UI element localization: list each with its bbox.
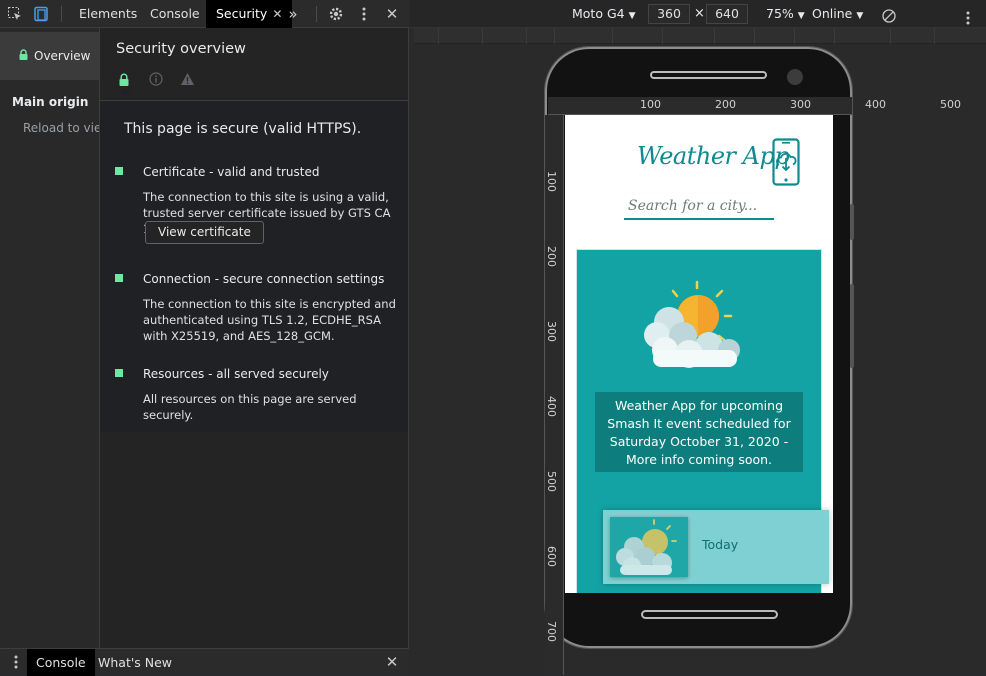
security-panel: Security overview This page is secure (v… [100, 28, 408, 648]
sidebar-item-label: Overview [34, 49, 91, 63]
forecast-day-label: Today [702, 537, 739, 552]
throttle-value: Online [812, 6, 853, 21]
connection-description: The connection to this site is encrypted… [143, 297, 396, 343]
tab-security[interactable]: Security ✕ [206, 0, 293, 28]
forecast-card-today[interactable]: Today [603, 510, 829, 584]
page-title: Security overview [116, 41, 246, 57]
device-emulation-area: Moto G4 ▼ 360 × 640 75% ▼ Online ▼ 100 200 … [410, 0, 986, 675]
ruler-label: 400 [545, 396, 558, 417]
info-icon [149, 71, 163, 90]
main-origin-heading: Main origin [12, 95, 89, 109]
secure-status-marker [115, 274, 123, 282]
ruler-label: 200 [545, 246, 558, 267]
ruler-label: 700 [545, 621, 558, 642]
tab-elements[interactable]: Elements [69, 0, 147, 28]
media-query-bar[interactable] [414, 28, 986, 44]
close-devtools-icon[interactable]: ✕ [382, 4, 402, 24]
phone-button [850, 284, 854, 368]
ruler-label: 400 [865, 98, 886, 111]
security-summary-section: This page is secure (valid HTTPS). Certi… [100, 102, 408, 432]
certificate-title: Certificate - valid and trusted [143, 165, 320, 179]
close-drawer-icon[interactable]: ✕ [382, 652, 402, 672]
ruler-label: 600 [545, 546, 558, 567]
ruler-label: 100 [640, 98, 661, 111]
toolbar-divider [61, 6, 62, 22]
lock-icon [19, 49, 28, 63]
width-input[interactable]: 360 [648, 4, 690, 24]
kebab-menu-icon[interactable] [6, 652, 26, 672]
zoom-value: 75% [766, 6, 794, 21]
certificate-explanation: Certificate - valid and trusted The conn… [115, 165, 400, 245]
drawer-tabbar: Console What's New ✕ [0, 648, 409, 676]
chevron-down-icon: ▼ [628, 11, 636, 21]
app-title: Weather App [637, 142, 790, 170]
security-header: Security overview [100, 28, 408, 101]
device-select[interactable]: Moto G4 ▼ [572, 0, 636, 28]
devtools-tabbar: Elements Console Security ✕ » ✕ [0, 0, 409, 28]
chevron-down-icon: ▼ [797, 11, 805, 21]
ruler-label: 500 [545, 471, 558, 492]
ruler-label: 200 [715, 98, 736, 111]
times-separator: × [694, 6, 705, 21]
connection-title: Connection - secure connection settings [143, 272, 385, 286]
tab-console[interactable]: Console [140, 0, 210, 28]
kebab-menu-icon[interactable] [966, 7, 970, 25]
reload-hint: Reload to view details [23, 121, 99, 135]
drawer-tab-whats-new[interactable]: What's New [89, 649, 181, 676]
height-input[interactable]: 640 [706, 4, 748, 24]
device-toolbar: Moto G4 ▼ 360 × 640 75% ▼ Online ▼ [410, 0, 986, 28]
inspect-element-icon[interactable] [5, 4, 25, 24]
device-name: Moto G4 [572, 6, 625, 21]
close-tab-icon[interactable]: ✕ [272, 7, 282, 21]
sidebar-item-overview[interactable]: Overview [0, 32, 99, 80]
rotate-icon[interactable] [881, 6, 897, 23]
phone-speaker [650, 71, 767, 79]
ruler-label: 300 [545, 321, 558, 342]
connection-explanation: Connection - secure connection settings … [115, 272, 400, 343]
drawer-tab-console[interactable]: Console [27, 649, 95, 676]
kebab-menu-icon[interactable] [354, 4, 374, 24]
security-sidebar: Overview Main origin Reload to view deta… [0, 28, 100, 648]
phone-camera [787, 69, 803, 85]
cloud-download-phone-icon [772, 138, 800, 190]
ruler-top: 100 200 300 400 500 [548, 97, 961, 115]
ruler-label: 300 [790, 98, 811, 111]
device-toolbar-icon[interactable] [31, 4, 51, 24]
warning-icon [180, 71, 195, 90]
phone-button [850, 204, 854, 240]
phone-home-bar [641, 610, 778, 619]
zoom-select[interactable]: 75% ▼ [766, 0, 805, 28]
emulated-viewport[interactable]: Weather App Search for a city... Weather… [565, 115, 833, 593]
secure-status-marker [115, 369, 123, 377]
security-summary-text: This page is secure (valid HTTPS). [124, 121, 362, 137]
ruler-left: 100 200 300 400 500 600 700 [545, 115, 564, 675]
tab-security-label: Security [216, 6, 268, 21]
event-announcement: Weather App for upcoming Smash It event … [595, 392, 803, 472]
partly-cloudy-icon [610, 517, 688, 577]
selected-indicator [119, 88, 131, 94]
resources-description: All resources on this page are served se… [143, 392, 357, 422]
resources-explanation: Resources - all served securely All reso… [115, 367, 400, 422]
toolbar-divider [316, 6, 317, 22]
throttle-select[interactable]: Online ▼ [812, 0, 863, 28]
ruler-label: 500 [940, 98, 961, 111]
resources-title: Resources - all served securely [143, 367, 329, 381]
gear-icon[interactable] [326, 4, 346, 24]
chevron-down-icon: ▼ [856, 11, 864, 21]
secure-status-marker [115, 167, 123, 175]
ruler-label: 100 [545, 171, 558, 192]
search-input[interactable] [624, 194, 774, 220]
view-certificate-button[interactable]: View certificate [145, 221, 264, 244]
hero-card: Weather App for upcoming Smash It event … [576, 249, 829, 593]
partly-cloudy-icon [639, 280, 749, 379]
more-tabs-icon[interactable]: » [283, 4, 303, 24]
devtools-panel: Elements Console Security ✕ » ✕ Overview … [0, 0, 409, 676]
